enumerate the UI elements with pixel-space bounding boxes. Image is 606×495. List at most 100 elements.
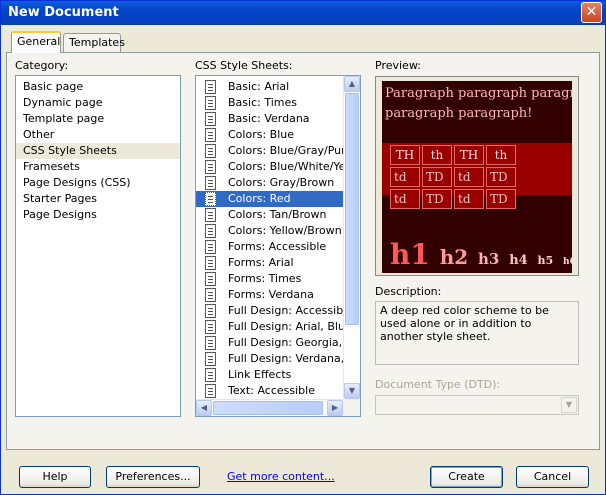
preview-h6: h6 <box>563 257 572 267</box>
preview-td: TD <box>422 167 452 187</box>
stylesheet-item[interactable]: Forms: Times <box>196 271 343 287</box>
tab-general[interactable]: General <box>11 31 61 53</box>
stylesheet-item-label: Forms: Arial <box>228 256 294 269</box>
horizontal-scrollbar[interactable]: ◀ ▶ <box>196 399 343 416</box>
category-item-page-designs[interactable]: Page Designs <box>16 207 180 223</box>
dialog-title: New Document <box>8 5 119 20</box>
category-item-page-designs-css[interactable]: Page Designs (CSS) <box>16 175 180 191</box>
stylesheet-item[interactable]: Text: Accessible <box>196 383 343 399</box>
category-item-basic-page[interactable]: Basic page <box>16 79 180 95</box>
stylesheets-list[interactable]: Basic: Arial Basic: Times Basic: Verdana… <box>195 75 361 417</box>
title-bar[interactable]: New Document ✕ <box>1 1 605 25</box>
stylesheet-item[interactable]: Colors: Gray/Brown <box>196 175 343 191</box>
category-item-framesets[interactable]: Framesets <box>16 159 180 175</box>
stylesheet-item[interactable]: Colors: Blue <box>196 127 343 143</box>
doctype-label: Document Type (DTD): <box>375 378 501 391</box>
create-button[interactable]: Create <box>430 466 503 488</box>
document-icon <box>205 256 216 270</box>
stylesheet-item-label: Text: Accessible <box>228 384 315 397</box>
help-button[interactable]: Help <box>19 466 91 488</box>
stylesheet-item[interactable]: Colors: Yellow/Brown <box>196 223 343 239</box>
stylesheet-item[interactable]: Full Design: Arial, Blue/ <box>196 319 343 335</box>
preview-image: Paragraph paragraph paragraph paragraph … <box>382 81 572 273</box>
document-icon <box>205 96 216 110</box>
stylesheet-item-label: Basic: Arial <box>228 80 290 93</box>
category-item-starter-pages[interactable]: Starter Pages <box>16 191 180 207</box>
scroll-right-icon[interactable]: ▶ <box>327 400 343 416</box>
category-list[interactable]: Basic page Dynamic page Template page Ot… <box>15 75 181 417</box>
get-more-content-link[interactable]: Get more content... <box>227 470 335 483</box>
document-icon <box>205 352 216 366</box>
vertical-scroll-thumb[interactable] <box>345 93 359 325</box>
horizontal-scroll-thumb[interactable] <box>213 401 323 415</box>
document-icon <box>205 80 216 94</box>
category-item-css-style-sheets[interactable]: CSS Style Sheets <box>16 143 180 159</box>
scroll-corner <box>343 399 360 416</box>
document-icon <box>205 304 216 318</box>
cancel-button[interactable]: Cancel <box>516 466 589 488</box>
scroll-down-icon[interactable]: ▼ <box>344 383 360 399</box>
stylesheet-item-label: Basic: Times <box>228 96 297 109</box>
stylesheet-item-label: Forms: Accessible <box>228 240 327 253</box>
preview-table: TH th TH th td TD td TD td TD td TD <box>388 143 518 211</box>
stylesheet-item-label: Forms: Times <box>228 272 302 285</box>
chevron-down-icon[interactable]: ▼ <box>561 397 577 413</box>
preview-th: th <box>486 145 516 165</box>
stylesheet-item-label: Colors: Blue <box>228 128 294 141</box>
stylesheet-item[interactable]: Full Design: Georgia, Re <box>196 335 343 351</box>
stylesheet-item[interactable]: Forms: Verdana <box>196 287 343 303</box>
stylesheet-item-label: Full Design: Arial, Blue/ <box>228 320 343 333</box>
stylesheet-item[interactable]: Basic: Verdana <box>196 111 343 127</box>
preview-th: TH <box>390 145 420 165</box>
stylesheet-item-label: Full Design: Accessible <box>228 304 343 317</box>
new-document-dialog: New Document ✕ General Templates Categor… <box>0 0 606 495</box>
document-icon <box>205 336 216 350</box>
stylesheet-item-label: Colors: Blue/White/Yello <box>228 160 343 173</box>
stylesheet-item[interactable]: Link Effects <box>196 367 343 383</box>
preview-td: td <box>390 167 420 187</box>
category-item-other[interactable]: Other <box>16 127 180 143</box>
scroll-up-icon[interactable]: ▲ <box>344 76 360 92</box>
tab-templates[interactable]: Templates <box>63 33 125 53</box>
scroll-left-icon[interactable]: ◀ <box>196 400 212 416</box>
preview-th: th <box>422 145 452 165</box>
document-icon <box>205 224 216 238</box>
doctype-select[interactable]: ▼ <box>375 395 579 415</box>
close-button[interactable]: ✕ <box>581 2 602 23</box>
stylesheet-item-selected[interactable]: Colors: Red <box>196 191 343 207</box>
stylesheet-item-label: Link Effects <box>228 368 292 381</box>
stylesheet-item-label: Full Design: Verdana, Y <box>228 352 343 365</box>
stylesheet-item-label: Basic: Verdana <box>228 112 310 125</box>
stylesheet-item[interactable]: Forms: Arial <box>196 255 343 271</box>
preferences-button[interactable]: Preferences... <box>106 466 200 488</box>
stylesheet-item[interactable]: Basic: Times <box>196 95 343 111</box>
document-icon <box>205 320 216 334</box>
preview-td: TD <box>422 189 452 209</box>
stylesheet-item-label: Colors: Blue/Gray/Purp <box>228 144 343 157</box>
document-icon <box>205 160 216 174</box>
stylesheet-item-label: Colors: Gray/Brown <box>228 176 335 189</box>
stylesheet-item[interactable]: Full Design: Verdana, Y <box>196 351 343 367</box>
category-item-dynamic-page[interactable]: Dynamic page <box>16 95 180 111</box>
document-icon <box>205 112 216 126</box>
stylesheet-item-label: Full Design: Georgia, Re <box>228 336 343 349</box>
stylesheet-item[interactable]: Colors: Tan/Brown <box>196 207 343 223</box>
preview-td: td <box>454 167 484 187</box>
preview-frame: Paragraph paragraph paragraph paragraph … <box>375 76 579 276</box>
category-item-template-page[interactable]: Template page <box>16 111 180 127</box>
stylesheet-item[interactable]: Colors: Blue/Gray/Purp <box>196 143 343 159</box>
stylesheet-item[interactable]: Colors: Blue/White/Yello <box>196 159 343 175</box>
vertical-scrollbar[interactable]: ▲ ▼ <box>343 76 360 399</box>
preview-h4: h4 <box>509 253 528 268</box>
stylesheet-item[interactable]: Forms: Accessible <box>196 239 343 255</box>
stylesheet-item-label: Colors: Red <box>228 192 291 205</box>
stylesheet-item[interactable]: Full Design: Accessible <box>196 303 343 319</box>
stylesheets-items: Basic: Arial Basic: Times Basic: Verdana… <box>196 79 343 399</box>
preview-td: td <box>454 189 484 209</box>
preview-paragraph: Paragraph paragraph paragraph paragraph … <box>385 86 572 121</box>
document-icon <box>205 384 216 398</box>
preview-td: td <box>390 189 420 209</box>
stylesheet-item[interactable]: Basic: Arial <box>196 79 343 95</box>
document-icon <box>205 240 216 254</box>
description-text: A deep red color scheme to be used alone… <box>375 301 579 365</box>
